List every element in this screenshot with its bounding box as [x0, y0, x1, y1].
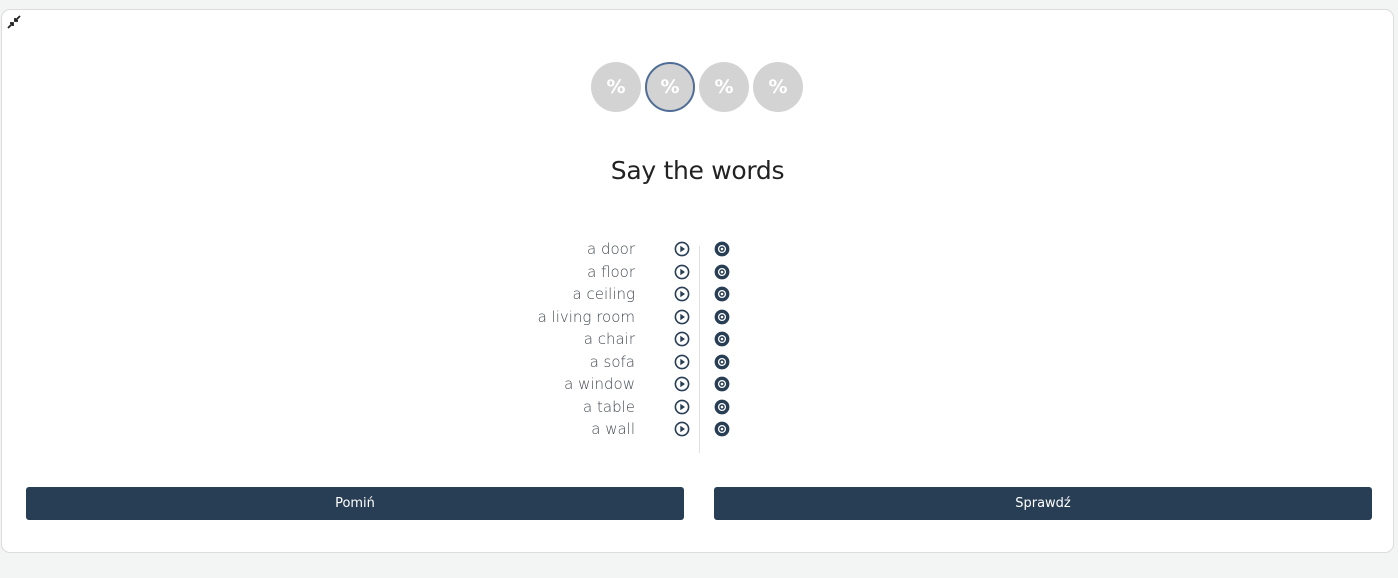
collapse-icon[interactable] — [7, 15, 21, 29]
exercise-card: % % % % Say the words a door a floor a cei… — [1, 9, 1394, 553]
word-row: a floor — [422, 261, 822, 283]
play-icon[interactable] — [674, 286, 690, 302]
word-label: a chair — [583, 330, 635, 348]
word-label: a door — [586, 240, 635, 258]
record-icon[interactable] — [714, 264, 730, 280]
word-row: a door — [422, 238, 822, 260]
word-row: a wall — [422, 418, 822, 440]
play-icon[interactable] — [674, 376, 690, 392]
play-icon[interactable] — [674, 264, 690, 280]
play-icon[interactable] — [674, 399, 690, 415]
word-label: a sofa — [589, 352, 635, 371]
record-icon[interactable] — [714, 309, 730, 325]
record-icon[interactable] — [714, 421, 730, 437]
record-icon[interactable] — [714, 399, 730, 415]
progress-step-3[interactable]: % — [699, 62, 749, 112]
exercise-title: Say the words — [610, 156, 785, 185]
word-row: a window — [422, 373, 822, 395]
word-row: a sofa — [422, 351, 822, 373]
record-icon[interactable] — [714, 241, 730, 257]
skip-button[interactable]: Pomiń — [26, 487, 684, 520]
play-icon[interactable] — [674, 331, 690, 347]
progress-step-2[interactable]: % — [645, 62, 695, 112]
word-label: a living room — [537, 307, 635, 326]
word-row: a chair — [422, 328, 822, 350]
word-label: a table — [583, 397, 635, 416]
play-icon[interactable] — [674, 241, 690, 257]
play-icon[interactable] — [674, 421, 690, 437]
record-icon[interactable] — [714, 331, 730, 347]
progress-step-4[interactable]: % — [753, 62, 803, 112]
progress-step-1[interactable]: % — [591, 62, 641, 112]
word-row: a living room — [422, 306, 822, 328]
check-button[interactable]: Sprawdź — [714, 487, 1372, 520]
play-icon[interactable] — [674, 354, 690, 370]
word-label: a wall — [591, 420, 635, 438]
word-label: a window — [564, 375, 635, 393]
word-row: a ceiling — [422, 283, 822, 305]
play-icon[interactable] — [674, 309, 690, 325]
word-row: a table — [422, 396, 822, 418]
word-label: a floor — [587, 262, 635, 281]
record-icon[interactable] — [714, 286, 730, 302]
word-label: a ceiling — [572, 285, 635, 303]
record-icon[interactable] — [714, 376, 730, 392]
progress-steps: % % % % — [591, 62, 803, 112]
record-icon[interactable] — [714, 354, 730, 370]
